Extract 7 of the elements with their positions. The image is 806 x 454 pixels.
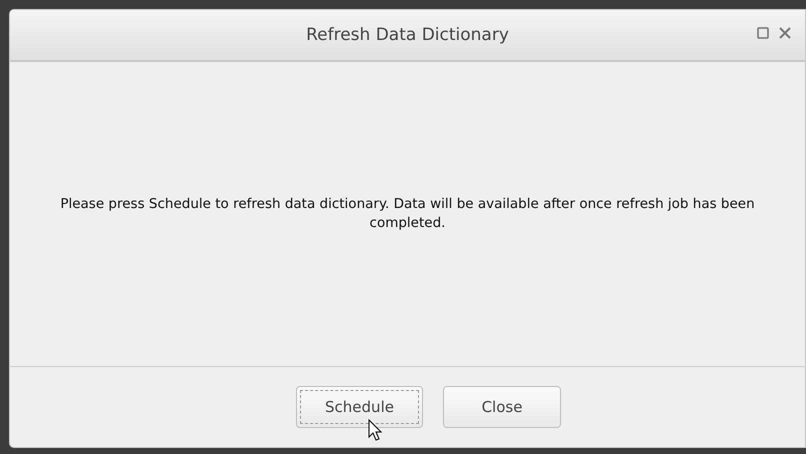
window-title: Refresh Data Dictionary: [306, 25, 509, 45]
close-icon[interactable]: [779, 27, 791, 39]
maximize-icon[interactable]: [757, 27, 769, 39]
mouse-cursor-icon: [368, 419, 382, 441]
message-text: Please press Schedule to refresh data dictionary. Data will be available after once refresh job has been completed.: [59, 195, 756, 233]
close-button[interactable]: Close: [443, 386, 561, 428]
schedule-button[interactable]: Schedule: [296, 386, 423, 428]
